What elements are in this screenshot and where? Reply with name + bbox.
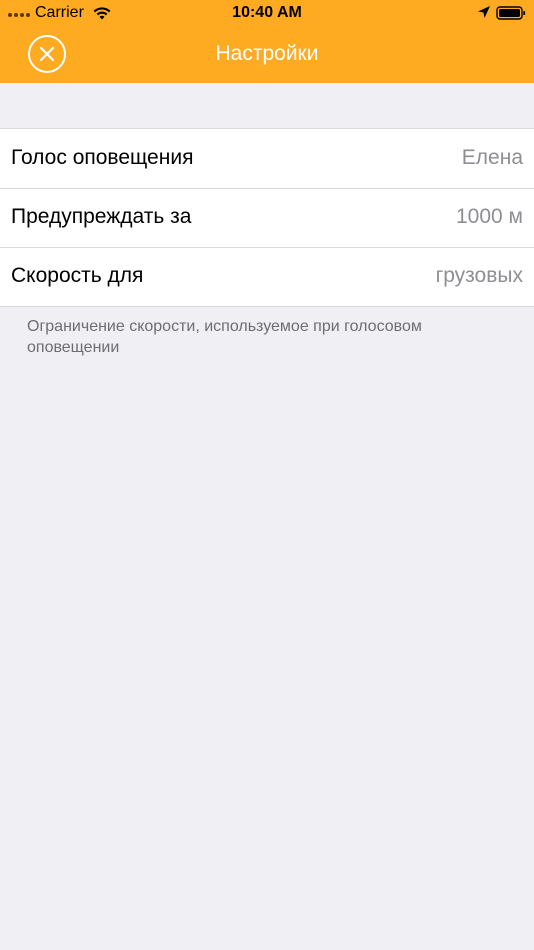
settings-list: Голос оповещения Елена Предупреждать за … xyxy=(0,128,534,307)
battery-icon xyxy=(496,6,526,20)
warning-distance-value: 1000 м xyxy=(456,205,523,228)
speed-for-label: Скорость для xyxy=(11,264,144,287)
location-arrow-icon xyxy=(478,6,490,18)
status-bar: Carrier 10:40 AM xyxy=(0,0,534,28)
settings-row-voice[interactable]: Голос оповещения Елена xyxy=(0,129,534,188)
speed-for-value: грузовых xyxy=(435,264,523,287)
status-time: 10:40 AM xyxy=(232,4,302,21)
voice-value: Елена xyxy=(461,146,523,169)
warning-distance-label: Предупреждать за xyxy=(11,205,192,228)
header-bar: Carrier 10:40 AM Настройки xyxy=(0,0,534,83)
navigation-bar: Настройки xyxy=(0,28,534,83)
settings-footer-note: Ограничение скорости, используемое при г… xyxy=(27,318,422,356)
settings-row-speed-for[interactable]: Скорость для грузовых xyxy=(0,247,534,306)
settings-row-warning-distance[interactable]: Предупреждать за 1000 м xyxy=(0,188,534,247)
voice-label: Голос оповещения xyxy=(11,146,194,169)
page-title: Настройки xyxy=(215,42,319,65)
